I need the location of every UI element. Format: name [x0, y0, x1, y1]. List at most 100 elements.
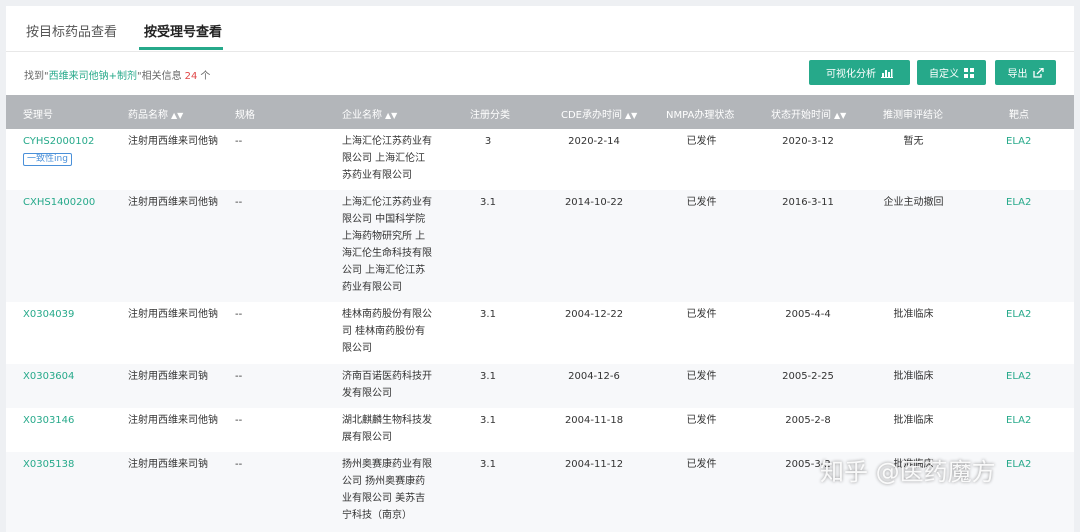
cde-date: 2004-11-18 [564, 415, 624, 426]
acceptance-no-link[interactable]: X0303146 [23, 412, 74, 429]
acceptance-no-link[interactable]: X0304039 [23, 306, 74, 323]
result-summary: 找到"西维来司他钠+制剂"相关信息 24 个 [24, 67, 210, 82]
spec: -- [235, 459, 243, 470]
conclusion: 批准临床 [893, 309, 934, 320]
target-link[interactable]: ELA2 [1006, 306, 1031, 323]
sort-icon[interactable]: ▲▼ [625, 111, 637, 120]
col-acceptance-no: 受理号 [23, 110, 53, 121]
nmpa-status: 已发件 [686, 415, 717, 426]
reg-class: 3.1 [480, 371, 496, 382]
sort-icon[interactable]: ▲▼ [834, 111, 846, 120]
cde-date: 2004-11-12 [564, 459, 624, 470]
conclusion: 暂无 [903, 136, 924, 147]
drug-name: 注射用西维来司他钠 [128, 415, 218, 426]
export-button[interactable]: 导出 [995, 60, 1056, 85]
spec: -- [235, 415, 243, 426]
conclusion: 企业主动撤回 [883, 197, 944, 208]
col-cde-date-label: CDE承办时间 [561, 110, 623, 121]
target-link[interactable]: ELA2 [1006, 368, 1031, 385]
reg-class: 3.1 [480, 197, 496, 208]
tab-by-drug[interactable]: 按目标药品查看 [26, 21, 117, 40]
status-date: 2005-2-8 [785, 415, 831, 426]
conclusion: 批准临床 [893, 371, 934, 382]
conclusion: 批准临床 [893, 415, 934, 426]
drug-name: 注射用西维来司他钠 [128, 309, 218, 320]
cde-date: 2004-12-6 [568, 371, 620, 382]
target-link[interactable]: ELA2 [1006, 412, 1031, 429]
summary-suffix: 个 [200, 71, 211, 82]
status-date: 2005-4-4 [785, 309, 831, 320]
status-date: 2005-2-25 [782, 371, 834, 382]
reg-class: 3.1 [480, 309, 496, 320]
drug-name: 注射用西维来司他钠 [128, 197, 218, 208]
company: 桂林南药股份有限公司 桂林南药股份有限公司 [342, 309, 432, 354]
export-icon [1032, 67, 1044, 78]
visual-analysis-label: 可视化分析 [826, 69, 876, 80]
status-date: 2020-3-12 [782, 136, 834, 147]
summary-query: 西维来司他钠+制剂 [48, 71, 137, 82]
cde-date: 2004-12-22 [564, 309, 624, 320]
nmpa-status: 已发件 [686, 371, 717, 382]
status-date: 2016-3-11 [782, 197, 834, 208]
export-label: 导出 [1007, 69, 1028, 80]
customize-button[interactable]: 自定义 [917, 60, 986, 85]
grid-icon [964, 67, 974, 78]
watermark: 知乎 @医药魔方 [820, 458, 996, 486]
col-company[interactable]: 企业名称 ▲▼ [342, 106, 397, 121]
spec: -- [235, 136, 243, 147]
spec: -- [235, 309, 243, 320]
sort-icon[interactable]: ▲▼ [171, 111, 183, 120]
acceptance-no-link[interactable]: CXHS1400200 [23, 194, 95, 211]
spec: -- [235, 197, 243, 208]
drug-name: 注射用西维来司他钠 [128, 136, 218, 147]
results-panel: 按目标药品查看 按受理号查看 找到"西维来司他钠+制剂"相关信息 24 个 可视化分… [6, 6, 1074, 532]
nmpa-status: 已发件 [686, 459, 717, 470]
company: 济南百诺医药科技开发有限公司 [342, 371, 432, 399]
drug-name: 注射用西维来司钠 [128, 459, 208, 470]
view-tabs: 按目标药品查看 按受理号查看 [6, 6, 1074, 52]
company: 扬州奥赛康药业有限公司 扬州奥赛康药业有限公司 美苏吉宁科技（南京） [342, 459, 432, 521]
col-cde-date[interactable]: CDE承办时间 ▲▼ [561, 106, 637, 121]
reg-class: 3.1 [480, 459, 496, 470]
acceptance-no-link[interactable]: X0305138 [23, 456, 74, 473]
tab-by-acceptance-no[interactable]: 按受理号查看 [144, 21, 222, 40]
bar-chart-icon [881, 68, 893, 78]
company: 上海汇伦江苏药业有限公司 中国科学院上海药物研究所 上海汇伦生命科技有限公司 上… [342, 197, 432, 293]
acceptance-no-link[interactable]: CYHS2000102 [23, 133, 94, 150]
table-header: 受理号 药品名称 ▲▼ 规格 企业名称 ▲▼ 注册分类 CDE承办时间 ▲▼ NMPA… [6, 95, 1074, 129]
col-drug-name[interactable]: 药品名称 ▲▼ [128, 106, 183, 121]
reg-class: 3.1 [480, 415, 496, 426]
active-tab-indicator [139, 47, 223, 50]
nmpa-status: 已发件 [686, 136, 717, 147]
target-link[interactable]: ELA2 [1006, 133, 1031, 150]
visual-analysis-button[interactable]: 可视化分析 [809, 60, 910, 85]
cde-date: 2014-10-22 [564, 197, 624, 208]
summary-prefix: 找到" [24, 71, 49, 82]
col-target: 靶点 [1009, 110, 1029, 121]
spec: -- [235, 371, 243, 382]
col-drug-name-label: 药品名称 [128, 110, 168, 121]
sort-icon[interactable]: ▲▼ [385, 111, 397, 120]
col-conclusion: 推测审评结论 [883, 110, 943, 121]
nmpa-status: 已发件 [686, 197, 717, 208]
col-status-date-label: 状态开始时间 [771, 110, 831, 121]
nmpa-status: 已发件 [686, 309, 717, 320]
table-row: CXHS1400200 注射用西维来司他钠 -- 上海汇伦江苏药业有限公司 中国… [6, 190, 1074, 302]
customize-label: 自定义 [929, 69, 959, 80]
acceptance-no-link[interactable]: X0303604 [23, 368, 74, 385]
table-row: X0303146 注射用西维来司他钠 -- 湖北麒麟生物科技发展有限公司 3.1… [6, 408, 1074, 452]
reg-class: 3 [484, 136, 492, 147]
company: 湖北麒麟生物科技发展有限公司 [342, 415, 432, 443]
col-nmpa-status: NMPA办理状态 [666, 110, 735, 121]
summary-middle: "相关信息 [137, 71, 182, 82]
consistency-tag: 一致性ing [23, 153, 72, 166]
col-reg-class: 注册分类 [470, 110, 510, 121]
table-row: X0304039 注射用西维来司他钠 -- 桂林南药股份有限公司 桂林南药股份有… [6, 302, 1074, 364]
target-link[interactable]: ELA2 [1006, 194, 1031, 211]
table-row: X0303604 注射用西维来司钠 -- 济南百诺医药科技开发有限公司 3.1 … [6, 364, 1074, 408]
target-link[interactable]: ELA2 [1006, 456, 1031, 473]
summary-count: 24 [184, 71, 198, 82]
col-company-label: 企业名称 [342, 110, 382, 121]
cde-date: 2020-2-14 [568, 136, 620, 147]
col-status-date[interactable]: 状态开始时间 ▲▼ [771, 106, 846, 121]
